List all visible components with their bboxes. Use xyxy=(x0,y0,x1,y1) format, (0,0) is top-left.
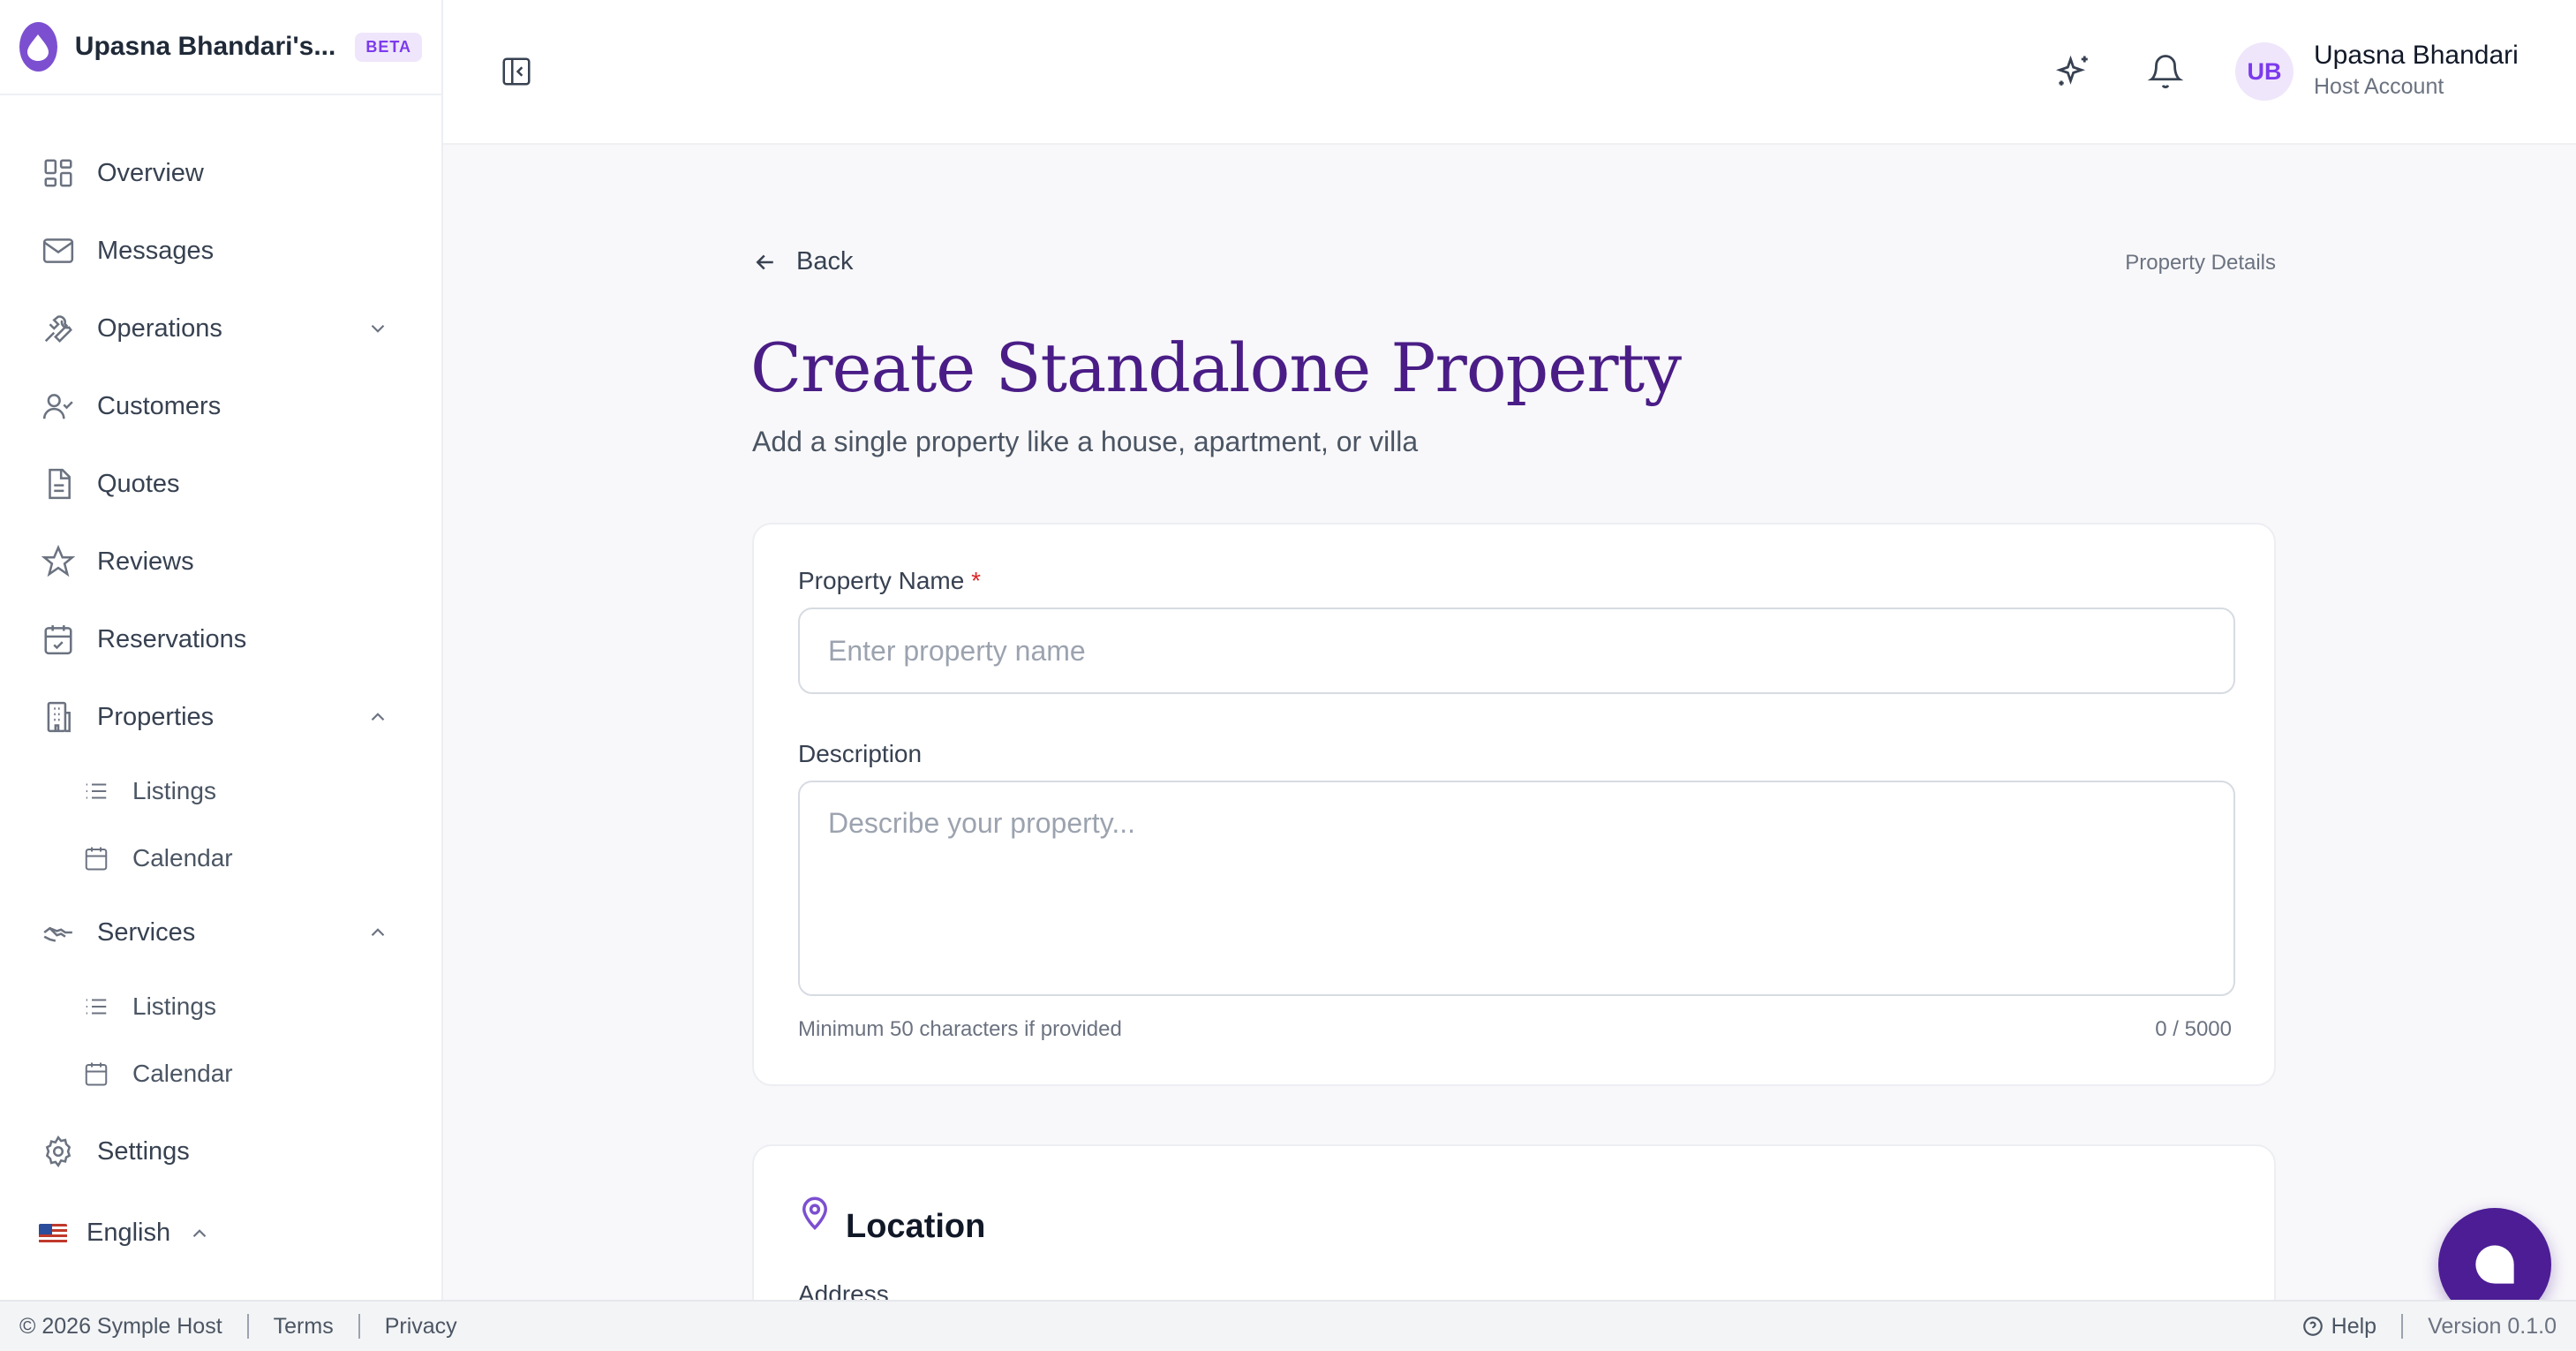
arrow-left-icon xyxy=(752,249,779,275)
sidebar-subitem-label: Calendar xyxy=(132,1060,233,1087)
us-flag-icon xyxy=(39,1223,67,1243)
back-label: Back xyxy=(796,247,854,275)
document-icon xyxy=(39,464,78,503)
property-name-label: Property Name * xyxy=(798,567,981,594)
footer: © 2026 Symple Host Terms Privacy Help Ve… xyxy=(0,1300,2576,1351)
sidebar-item-properties[interactable]: Properties xyxy=(0,698,443,736)
grid-icon xyxy=(39,154,78,192)
sidebar-item-settings[interactable]: Settings xyxy=(0,1132,443,1171)
sidebar-item-label: Reservations xyxy=(97,624,247,653)
handshake-icon xyxy=(39,913,78,952)
sidebar-item-customers[interactable]: Customers xyxy=(0,387,443,426)
page-title: Create Standalone Property xyxy=(750,328,1682,407)
help-link[interactable]: Help xyxy=(2301,1314,2376,1340)
description-label: Description xyxy=(798,740,923,767)
chevron-up-icon xyxy=(188,1222,211,1245)
calendar-icon xyxy=(81,843,111,873)
sidebar-item-label: Overview xyxy=(97,158,204,187)
footer-divider xyxy=(246,1314,249,1339)
property-name-input[interactable] xyxy=(798,608,2235,694)
sidebar-item-label: Customers xyxy=(97,391,222,420)
gear-icon xyxy=(39,1132,78,1171)
sidebar-toggle-icon[interactable] xyxy=(496,51,537,92)
description-hint: Minimum 50 characters if provided xyxy=(798,1017,1122,1041)
description-textarea[interactable] xyxy=(798,781,2235,996)
sidebar: Upasna Bhandari's... BETA Overview Messa… xyxy=(0,0,443,1300)
brand-logo-icon xyxy=(19,22,57,72)
chevron-up-icon[interactable] xyxy=(364,918,392,947)
sidebar-subitem-services-listings[interactable]: Listings xyxy=(0,991,443,1023)
sidebar-item-label: Operations xyxy=(97,313,222,343)
chevron-down-icon[interactable] xyxy=(364,314,392,343)
sidebar-subitem-properties-listings[interactable]: Listings xyxy=(0,775,443,807)
language-label: English xyxy=(87,1219,171,1247)
required-marker: * xyxy=(971,567,981,594)
breadcrumb: Property Details xyxy=(2125,251,2276,275)
property-details-card: Property Name * Description Minimum 50 c… xyxy=(752,523,2276,1086)
sidebar-item-messages[interactable]: Messages xyxy=(0,231,443,270)
privacy-link[interactable]: Privacy xyxy=(385,1314,457,1340)
sidebar-subitem-label: Listings xyxy=(132,992,216,1020)
terms-link[interactable]: Terms xyxy=(274,1314,334,1340)
list-icon xyxy=(81,776,111,806)
wrench-icon xyxy=(39,309,78,348)
sidebar-item-quotes[interactable]: Quotes xyxy=(0,464,443,503)
character-count: 0 / 5000 xyxy=(2155,1017,2232,1041)
user-check-icon xyxy=(39,387,78,426)
sidebar-item-label: Settings xyxy=(97,1136,190,1166)
mail-icon xyxy=(39,231,78,270)
chat-icon xyxy=(2472,1242,2518,1287)
sidebar-subitem-label: Listings xyxy=(132,777,216,804)
star-icon xyxy=(39,542,78,581)
sidebar-item-label: Quotes xyxy=(97,469,180,498)
version-label: Version 0.1.0 xyxy=(2428,1313,2557,1339)
avatar[interactable]: UB xyxy=(2235,42,2294,101)
help-label: Help xyxy=(2331,1313,2377,1339)
sidebar-subitem-label: Calendar xyxy=(132,844,233,872)
calendar-check-icon xyxy=(39,620,78,659)
sidebar-item-label: Reviews xyxy=(97,547,194,576)
sidebar-item-services[interactable]: Services xyxy=(0,913,443,952)
brand-name: Upasna Bhandari's... xyxy=(74,32,336,61)
page-subtitle: Add a single property like a house, apar… xyxy=(752,426,1419,457)
help-circle-icon xyxy=(2301,1315,2324,1338)
user-role: Host Account xyxy=(2314,74,2444,99)
sidebar-item-overview[interactable]: Overview xyxy=(0,154,443,192)
building-icon xyxy=(39,698,78,736)
language-selector[interactable]: English xyxy=(39,1219,211,1248)
calendar-icon xyxy=(81,1059,111,1089)
footer-divider xyxy=(2401,1314,2404,1339)
sparkles-icon[interactable] xyxy=(2052,49,2096,94)
sidebar-subitem-services-calendar[interactable]: Calendar xyxy=(0,1058,443,1090)
list-icon xyxy=(81,992,111,1022)
sidebar-item-reservations[interactable]: Reservations xyxy=(0,620,443,659)
sidebar-item-label: Messages xyxy=(97,236,215,265)
bell-icon[interactable] xyxy=(2143,49,2188,94)
copyright: © 2026 Symple Host xyxy=(19,1313,222,1339)
map-pin-icon xyxy=(796,1194,833,1231)
brand-header[interactable]: Upasna Bhandari's... BETA xyxy=(0,0,441,95)
chevron-up-icon[interactable] xyxy=(364,703,392,731)
beta-badge: BETA xyxy=(355,32,422,62)
footer-divider xyxy=(358,1314,360,1339)
sidebar-item-label: Properties xyxy=(97,702,215,731)
sidebar-item-reviews[interactable]: Reviews xyxy=(0,542,443,581)
user-name[interactable]: Upasna Bhandari xyxy=(2314,41,2519,71)
sidebar-item-operations[interactable]: Operations xyxy=(0,309,443,348)
sidebar-item-label: Services xyxy=(97,917,196,947)
back-button[interactable]: Back xyxy=(752,247,853,276)
sidebar-subitem-properties-calendar[interactable]: Calendar xyxy=(0,842,443,874)
location-title: Location xyxy=(846,1208,986,1245)
